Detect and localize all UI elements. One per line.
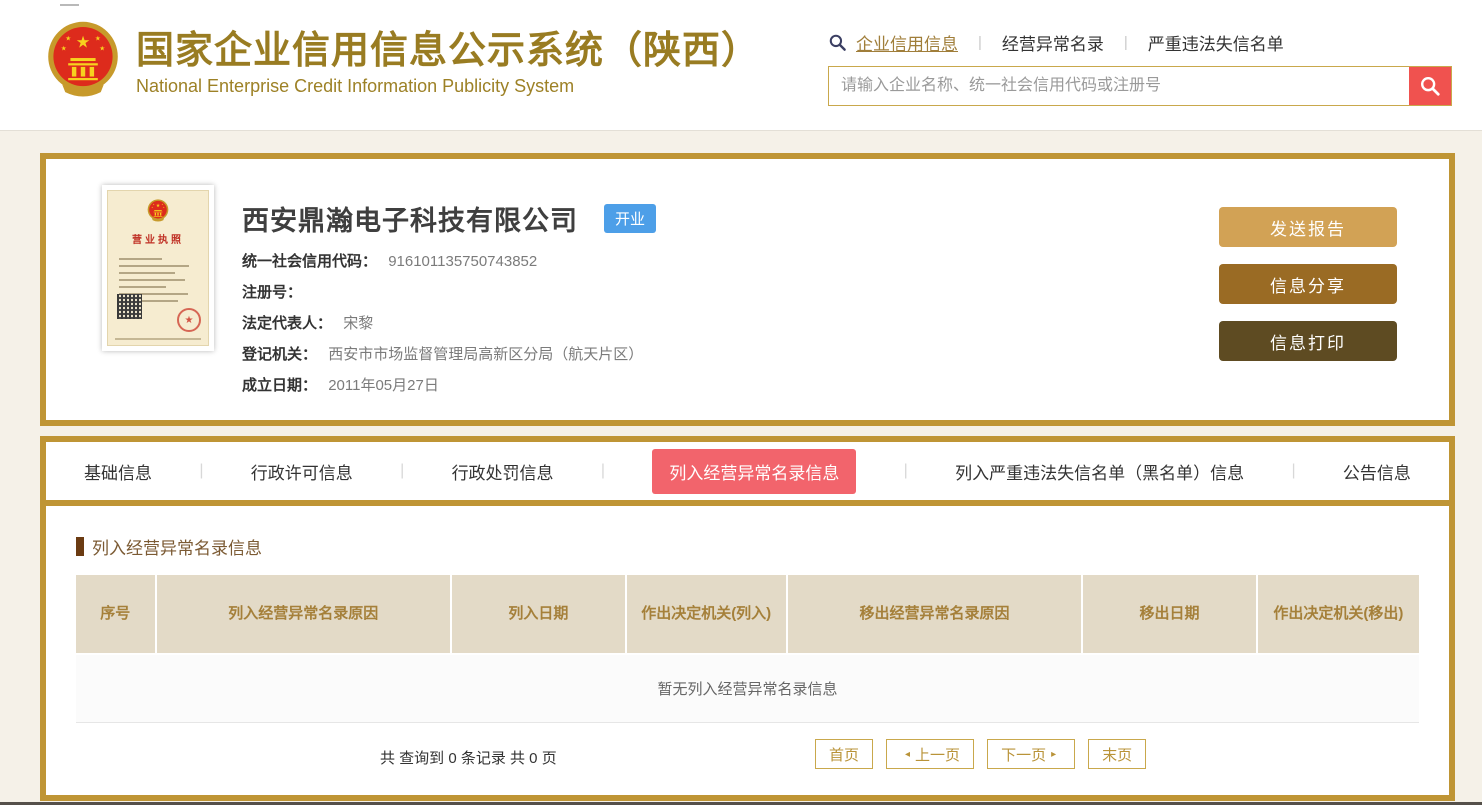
nav-illegal-blacklist[interactable]: 严重违法失信名单	[1148, 30, 1284, 55]
tab-serious-illegal-blacklist[interactable]: 列入严重违法失信名单（黑名单）信息	[955, 459, 1244, 484]
company-actions: 发送报告 信息分享 信息打印	[1219, 207, 1397, 378]
site-title: 国家企业信用信息公示系统（陕西）	[136, 29, 761, 72]
tab-content: 列入经营异常名录信息 序号 列入经营异常名录原因 列入日期 作出决定机关(列入)…	[46, 534, 1449, 795]
status-badge: 开业	[604, 204, 657, 233]
next-arrow-icon: ▸	[1051, 748, 1057, 760]
search-input[interactable]	[829, 67, 1409, 105]
tab-announcements[interactable]: 公告信息	[1343, 459, 1411, 484]
nav-abnormal-list[interactable]: 经营异常名录	[1002, 30, 1104, 55]
table-empty-message: 暂无列入经营异常名录信息	[76, 653, 1419, 723]
prev-arrow-icon: ◂	[905, 748, 911, 760]
section-title: 列入经营异常名录信息	[92, 539, 262, 558]
print-info-button[interactable]: 信息打印	[1219, 321, 1397, 361]
site-logo-link[interactable]: 国家企业信用信息公示系统（陕西） National Enterprise Cre…	[46, 18, 760, 109]
pagination-last-button[interactable]: 末页	[1088, 739, 1147, 769]
detail-tabs: 基础信息 | 行政许可信息 | 行政处罚信息 | 列入经营异常名录信息 | 列入…	[46, 442, 1449, 506]
pagination: 首页 ◂ 上一页 下一页 ▸ 末页	[815, 739, 1147, 769]
license-red-seal-icon: ★	[177, 308, 201, 332]
col-removal-authority: 作出决定机关(移出)	[1257, 575, 1419, 653]
tab-basic-info[interactable]: 基础信息	[84, 459, 152, 484]
abnormal-operations-table: 序号 列入经营异常名录原因 列入日期 作出决定机关(列入) 移出经营异常名录原因…	[76, 575, 1419, 723]
national-emblem-icon	[46, 18, 120, 109]
business-license-thumbnail[interactable]: 营业执照 ★	[102, 185, 214, 351]
share-info-button[interactable]: 信息分享	[1219, 264, 1397, 304]
field-establishment-date: 成立日期： 2011年05月27日	[242, 377, 439, 394]
send-report-button[interactable]: 发送报告	[1219, 207, 1397, 247]
nav-enterprise-credit[interactable]: 企业信用信息	[856, 30, 958, 55]
table-header-row: 序号 列入经营异常名录原因 列入日期 作出决定机关(列入) 移出经营异常名录原因…	[76, 575, 1419, 653]
pagination-prev-button[interactable]: ◂ 上一页	[886, 739, 975, 769]
search-icon	[828, 33, 847, 52]
license-footer-line	[115, 338, 201, 340]
col-inclusion-reason: 列入经营异常名录原因	[156, 575, 453, 653]
field-registration-authority: 登记机关： 西安市市场监督管理局高新区分局（航天片区）	[242, 346, 644, 363]
pagination-next-button[interactable]: 下一页 ▸	[987, 739, 1076, 769]
col-removal-reason: 移出经营异常名录原因	[787, 575, 1084, 653]
license-emblem-icon	[147, 198, 169, 229]
license-paper: 营业执照 ★	[107, 190, 209, 346]
col-removal-date: 移出日期	[1083, 575, 1258, 653]
table-footer: 共 查询到 0 条记录 共 0 页 首页 ◂ 上一页 下一页 ▸ 末页	[76, 723, 1419, 795]
site-subtitle: National Enterprise Credit Information P…	[136, 76, 575, 97]
search-bar	[828, 66, 1452, 106]
record-summary: 共 查询到 0 条记录 共 0 页	[380, 750, 557, 767]
search-type-nav: 企业信用信息 | 经营异常名录 | 严重违法失信名单	[828, 30, 1452, 55]
col-inclusion-date: 列入日期	[452, 575, 627, 653]
col-serial-no: 序号	[76, 575, 157, 653]
tab-administrative-license[interactable]: 行政许可信息	[251, 459, 353, 484]
tab-administrative-penalty[interactable]: 行政处罚信息	[452, 459, 554, 484]
company-info: 西安鼎瀚电子科技有限公司 开业 统一社会信用代码： 91610113575074…	[242, 199, 657, 397]
field-registration-no: 注册号：	[242, 284, 303, 301]
detail-card: 基础信息 | 行政许可信息 | 行政处罚信息 | 列入经营异常名录信息 | 列入…	[40, 436, 1455, 801]
search-button[interactable]	[1409, 67, 1451, 105]
license-title: 营业执照	[132, 235, 184, 246]
section-marker	[76, 537, 84, 556]
col-inclusion-authority: 作出决定机关(列入)	[626, 575, 788, 653]
nav-separator: |	[978, 34, 982, 51]
company-name: 西安鼎瀚电子科技有限公司	[242, 206, 578, 236]
tab-abnormal-operations[interactable]: 列入经营异常名录信息	[652, 448, 857, 494]
field-credit-code: 统一社会信用代码： 916101135750743852	[242, 253, 538, 270]
site-header: 国家企业信用信息公示系统（陕西） National Enterprise Cre…	[0, 0, 1482, 131]
field-legal-representative: 法定代表人： 宋黎	[242, 315, 374, 332]
license-qr-code	[117, 294, 142, 319]
company-summary-card: 营业执照 ★ 西安鼎瀚电子科技有限公司 开业 统一社会信用代码： 9161011…	[40, 153, 1455, 426]
artifact-dash	[60, 4, 79, 6]
nav-separator: |	[1123, 34, 1128, 51]
pagination-first-button[interactable]: 首页	[815, 739, 874, 769]
header-search-area: 企业信用信息 | 经营异常名录 | 严重违法失信名单	[828, 30, 1452, 106]
